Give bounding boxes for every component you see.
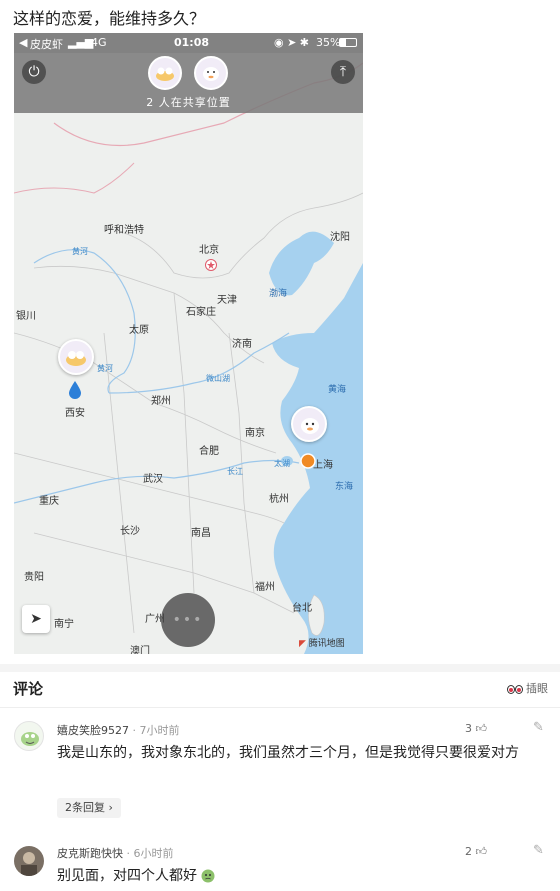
city-label: 西安 [65, 408, 85, 419]
peek-label: 插眼 [526, 682, 548, 695]
more-menu-button[interactable]: ••• [161, 593, 215, 647]
post-title: 这样的恋爱，能维持多久？ [13, 9, 206, 28]
commenter-avatar[interactable] [14, 721, 44, 751]
city-label: 福州 [255, 582, 275, 593]
status-bar: ◀ 皮皮虾 ▂▄▆ 4G 01:08 ◉ ➤ ✱ 35% [14, 33, 363, 53]
section-divider [0, 664, 560, 672]
city-label: 太原 [129, 325, 149, 336]
thumbs-down-icon[interactable]: ✎ [533, 843, 544, 858]
comment-time: · 7小时前 [132, 724, 180, 737]
thumbs-down-icon[interactable]: ✎ [533, 720, 544, 735]
navigation-arrow-icon: ➤ [30, 611, 42, 627]
sea-label: 东海 [335, 482, 354, 492]
comment-meta: 皮克斯跑快快 · 6小时前 [57, 845, 174, 861]
partner-avatar-pin[interactable] [291, 406, 327, 442]
comment-meta: 嬉皮笑脸9527 · 7小时前 [57, 722, 180, 738]
comment-text-body: 别见面，对四个人都好 [57, 868, 197, 884]
city-label: 南宁 [54, 619, 74, 630]
carrier-label: 皮皮虾 [30, 38, 63, 51]
map-credit-text: 腾讯地图 [308, 639, 345, 649]
power-button[interactable]: ⏻ [22, 60, 46, 84]
back-app-icon: ◀ [19, 36, 28, 49]
river-label: 黄河 [97, 364, 113, 373]
city-label: 南昌 [191, 528, 211, 539]
city-label: 南京 [245, 428, 265, 439]
city-label: 合肥 [199, 446, 219, 457]
collapse-button[interactable]: ⤒ [331, 60, 355, 84]
city-label: 沈阳 [330, 232, 350, 243]
river-label: 长江 [227, 467, 243, 476]
thumbs-up-icon: 👍︎ [475, 845, 488, 858]
thumbs-up-icon: 👍︎ [475, 722, 488, 735]
tencent-map-logo-icon: ◤ [299, 639, 306, 649]
commenter-username[interactable]: 皮克斯跑快快 [57, 847, 123, 860]
partner-avatar[interactable] [194, 56, 228, 90]
city-label: 澳门 [130, 646, 150, 654]
battery-icon [339, 38, 357, 47]
commenter-avatar[interactable] [14, 846, 44, 876]
like-count: 3 [465, 722, 472, 735]
city-label: 石家庄 [186, 307, 216, 318]
share-location-text: 2 人在共享位置 [146, 96, 231, 109]
city-label: 上海 [313, 460, 333, 471]
lake-label: 微山湖 [206, 374, 230, 383]
river-label: 黄河 [72, 247, 88, 256]
city-label: 武汉 [143, 474, 163, 485]
peek-button[interactable]: 插眼 [506, 680, 548, 696]
location-status-icon: ◉ ➤ ✱ [274, 36, 310, 49]
user-avatar[interactable] [148, 56, 182, 90]
comment-time: · 6小时前 [126, 847, 174, 860]
lake-label: 太湖 [274, 459, 290, 468]
user-avatar-pin[interactable] [58, 339, 94, 375]
clock: 01:08 [174, 36, 210, 49]
location-dot-icon [300, 453, 316, 469]
commenter-username[interactable]: 嬉皮笑脸9527 [57, 724, 129, 737]
replies-button[interactable]: 2条回复 › [57, 798, 121, 818]
sea-label: 黄海 [328, 385, 347, 395]
sick-face-emoji-icon [201, 869, 215, 883]
city-label: 济南 [232, 339, 252, 350]
sea-label: 渤海 [269, 289, 288, 299]
divider [0, 707, 560, 708]
capital-star-icon [205, 259, 217, 271]
like-count: 2 [465, 845, 472, 858]
city-label: 重庆 [39, 496, 59, 507]
battery-label: 35% [316, 36, 341, 49]
eyes-icon [506, 684, 523, 694]
comment-text: 别见面，对四个人都好 [57, 865, 547, 888]
city-label: 长沙 [120, 526, 140, 537]
like-button[interactable]: 2 👍︎ [465, 845, 487, 858]
map-credit: ◤ 腾讯地图 [299, 636, 345, 649]
city-label: 贵阳 [24, 572, 44, 583]
comment-text: 我是山东的，我对象东北的，我们虽然才三个月，但是我觉得只要很爱对方 [57, 745, 519, 761]
locate-button[interactable]: ➤ [22, 605, 50, 633]
city-label: 银川 [16, 311, 36, 322]
location-pin-icon [69, 381, 81, 399]
share-location-header: ⏻ 2 人在共享位置 ⤒ [14, 53, 363, 113]
signal-icon: ▂▄▆ [68, 36, 94, 49]
like-button[interactable]: 3 👍︎ [465, 722, 487, 735]
city-label: 杭州 [269, 494, 289, 505]
city-label: 呼和浩特 [104, 225, 144, 236]
city-label: 郑州 [151, 396, 171, 407]
comments-heading: 评论 [13, 680, 44, 698]
city-label: 北京 [199, 245, 219, 256]
network-label: 4G [91, 36, 107, 49]
city-label: 天津 [217, 295, 237, 306]
phone-screenshot: 呼和浩特 北京 沈阳 天津 银川 太原 石家庄 济南 西安 郑州 南京 上海 合… [14, 33, 363, 654]
city-label: 台北 [292, 603, 312, 614]
